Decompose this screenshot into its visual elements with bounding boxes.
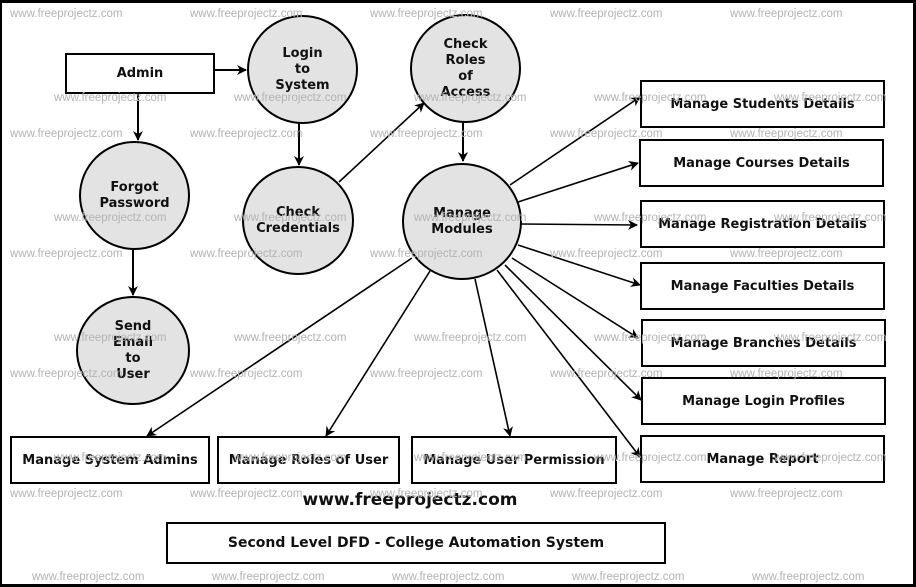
flow-modules-branches xyxy=(511,257,639,339)
entity-label: Manage Courses Details xyxy=(673,155,850,171)
process-send-email-to-user: Send Email to User xyxy=(76,296,190,405)
entity-label: Manage Branches Details xyxy=(670,335,857,351)
entity-manage-system-admins: Manage System Admins xyxy=(10,436,210,484)
process-check-credentials: Check Credentials xyxy=(242,166,354,275)
entity-manage-students-details: Manage Students Details xyxy=(640,80,885,128)
entity-manage-branches-details: Manage Branches Details xyxy=(641,319,886,367)
process-label: User xyxy=(116,366,150,382)
entity-label: Manage Login Profiles xyxy=(682,393,845,409)
flow-modules-report xyxy=(496,269,641,458)
diagram-title: Second Level DFD - College Automation Sy… xyxy=(166,522,666,564)
flow-checkcred-checkroles xyxy=(338,102,425,183)
process-label: to xyxy=(294,61,311,77)
entity-label: Manage Students Details xyxy=(670,96,855,112)
flow-modules-registration xyxy=(520,219,638,230)
process-label: Access xyxy=(440,84,491,100)
diagram-title-text: Second Level DFD - College Automation Sy… xyxy=(227,535,605,551)
flow-modules-faculties xyxy=(517,244,641,287)
entity-admin: Admin xyxy=(65,53,215,94)
flow-modules-courses xyxy=(517,161,639,203)
entity-label: Manage Faculties Details xyxy=(670,278,855,294)
flow-modules-permission xyxy=(474,278,513,437)
process-label: Email xyxy=(112,334,154,350)
entity-label: Manage System Admins xyxy=(22,452,198,468)
process-label: System xyxy=(275,77,330,93)
process-label: Forgot xyxy=(110,179,159,195)
entity-manage-roles-of-user: Manage Roles of User xyxy=(217,436,400,484)
entity-manage-courses-details: Manage Courses Details xyxy=(639,139,884,187)
flow-modules-roles xyxy=(325,270,431,437)
entity-label: Manage User Permission xyxy=(423,452,605,468)
entity-manage-faculties-details: Manage Faculties Details xyxy=(640,262,885,310)
process-label: Login xyxy=(282,45,323,61)
process-label: Check xyxy=(443,36,488,52)
entity-manage-user-permission: Manage User Permission xyxy=(411,436,617,484)
entity-manage-registration-details: Manage Registration Details xyxy=(640,200,885,248)
process-label: Password xyxy=(99,195,170,211)
process-check-roles-of-access: Check Roles of Access xyxy=(410,14,521,123)
process-label: to xyxy=(125,350,141,366)
process-label: Check xyxy=(276,204,320,220)
entity-label: Manage Report xyxy=(706,451,819,467)
entity-label: Manage Registration Details xyxy=(658,216,867,232)
process-manage-modules: Manage Modules xyxy=(402,163,522,280)
process-forgot-password: Forgot Password xyxy=(79,141,190,250)
process-label: Manage xyxy=(433,205,491,221)
entity-manage-report: Manage Report xyxy=(640,435,885,483)
entity-manage-login-profiles: Manage Login Profiles xyxy=(641,377,886,425)
site-url: www.freeprojectz.com xyxy=(302,490,518,510)
process-label: Send xyxy=(114,318,152,334)
flow-modules-students xyxy=(509,96,641,186)
process-label: Modules xyxy=(431,221,493,237)
entity-label: Manage Roles of User xyxy=(228,452,389,468)
flow-modules-loginprofiles xyxy=(504,264,642,401)
process-label: Roles xyxy=(445,52,486,68)
process-label: Credentials xyxy=(256,220,340,236)
process-login-to-system: Login to System xyxy=(247,15,358,124)
entity-label: Admin xyxy=(116,66,164,81)
process-label: of xyxy=(458,68,473,84)
